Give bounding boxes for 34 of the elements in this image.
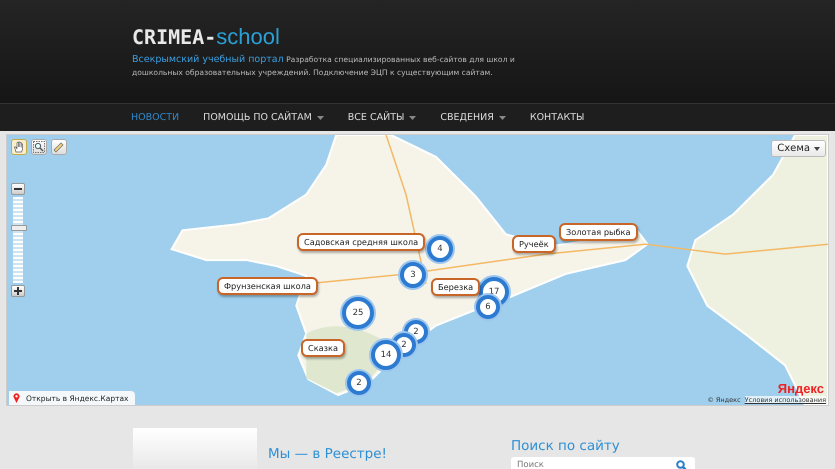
nav-item[interactable]: ВСЕ САЙТЫ: [348, 112, 416, 123]
pin-icon: [13, 393, 20, 403]
minus-icon: [14, 185, 22, 193]
hand-tool-button[interactable]: [11, 139, 27, 155]
search-field[interactable]: Поиск: [511, 457, 695, 469]
school-balloon[interactable]: Садовская средняя школа: [297, 233, 426, 251]
zoom-tool-button[interactable]: [31, 139, 47, 155]
nav-item[interactable]: ПОМОЩЬ ПО САЙТАМ: [203, 112, 324, 123]
nav-item[interactable]: КОНТАКТЫ: [530, 112, 584, 123]
site-logo[interactable]: CRIMEA-school: [132, 24, 835, 50]
zoom-in-button[interactable]: [11, 285, 25, 297]
zoom-out-button[interactable]: [11, 183, 25, 195]
school-balloon[interactable]: Сказка: [301, 339, 345, 357]
cluster-marker[interactable]: 4: [427, 236, 453, 262]
registry-heading: Мы — в Реестре!: [268, 446, 388, 462]
map-logo[interactable]: Яндекс: [778, 381, 824, 396]
search-heading: Поиск по сайту: [511, 438, 621, 454]
layer-dropdown[interactable]: Схема: [771, 140, 826, 157]
zoom-slider-thumb[interactable]: [11, 225, 27, 232]
school-balloon[interactable]: Фрунзенская школа: [217, 277, 318, 295]
school-balloon[interactable]: Ручеёк: [512, 235, 556, 253]
school-balloon[interactable]: Березка: [431, 278, 480, 296]
school-balloon[interactable]: Золотая рыбка: [559, 223, 638, 241]
nav-item[interactable]: СВЕДЕНИЯ: [440, 112, 506, 123]
caret-icon: [814, 146, 820, 150]
cluster-marker[interactable]: 14: [371, 340, 401, 370]
cluster-marker[interactable]: 6: [476, 295, 500, 319]
cluster-marker[interactable]: 25: [342, 297, 374, 329]
ruler-tool-button[interactable]: [51, 139, 67, 155]
cluster-marker[interactable]: 2: [347, 371, 371, 395]
nav-item[interactable]: НОВОСТИ: [131, 112, 180, 123]
cluster-marker[interactable]: 3: [400, 262, 426, 288]
search-icon[interactable]: [676, 460, 687, 469]
plus-icon: [14, 287, 22, 295]
